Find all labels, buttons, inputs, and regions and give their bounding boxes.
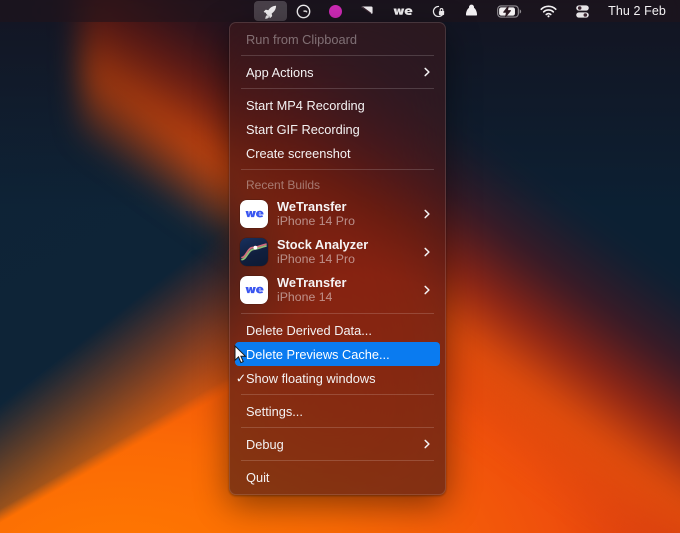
menu-item-delete-derived-data[interactable]: Delete Derived Data... — [235, 318, 440, 342]
menu-item-quit[interactable]: Quit — [235, 465, 440, 489]
wifi-icon[interactable] — [531, 0, 566, 22]
menu-separator — [241, 427, 434, 428]
menu-item-start-mp4-recording[interactable]: Start MP4 Recording — [235, 93, 440, 117]
menu-item-debug[interactable]: Debug — [235, 432, 440, 456]
menu-item-label: Debug — [246, 436, 284, 452]
menu-separator — [241, 460, 434, 461]
rocketsim-status-menu: Run from Clipboard App Actions Start MP4 R… — [229, 22, 446, 495]
mouse-cursor — [234, 345, 247, 364]
menu-item-label: App Actions — [246, 64, 314, 80]
menu-item-label: Run from Clipboard — [246, 31, 357, 47]
build-app-name: WeTransfer — [277, 199, 347, 215]
submenu-chevron-icon — [424, 285, 430, 295]
battery-charging-icon[interactable] — [488, 0, 531, 22]
recent-builds-header: Recent Builds — [235, 174, 440, 195]
build-app-name: Stock Analyzer — [277, 237, 369, 253]
menu-separator — [241, 313, 434, 314]
menu-separator-recent-builds — [241, 169, 434, 170]
build-device-name: iPhone 14 Pro — [277, 252, 355, 267]
magenta-dot-icon[interactable] — [320, 0, 351, 22]
menu-separator — [241, 394, 434, 395]
build-app-name: WeTransfer — [277, 275, 347, 291]
menu-item-label: Create screenshot — [246, 145, 351, 161]
wetransfer-app-icon — [240, 276, 268, 304]
menu-item-label: Quit — [246, 469, 270, 485]
lock-icon[interactable] — [422, 0, 455, 22]
submenu-chevron-icon — [424, 247, 430, 257]
recent-builds-header-label: Recent Builds — [246, 178, 321, 192]
menu-item-build-wetransfer-14[interactable]: WeTransfer iPhone 14 — [235, 271, 440, 309]
menu-item-label: Delete Previews Cache... — [246, 346, 390, 362]
wetransfer-app-icon — [240, 200, 268, 228]
menu-separator — [241, 88, 434, 89]
bell-icon[interactable] — [455, 0, 488, 22]
menu-item-settings[interactable]: Settings... — [235, 399, 440, 423]
menu-item-label: Start MP4 Recording — [246, 97, 365, 113]
build-text: WeTransfer iPhone 14 — [277, 275, 416, 305]
build-text: WeTransfer iPhone 14 Pro — [277, 199, 416, 229]
menu-item-create-screenshot[interactable]: Create screenshot — [235, 141, 440, 165]
menu-item-start-gif-recording[interactable]: Start GIF Recording — [235, 117, 440, 141]
build-device-name: iPhone 14 Pro — [277, 214, 355, 229]
menu-item-label: Start GIF Recording — [246, 121, 360, 137]
menu-item-label: Delete Derived Data... — [246, 322, 372, 338]
build-device-name: iPhone 14 — [277, 290, 333, 305]
menu-item-build-wetransfer-14-pro[interactable]: WeTransfer iPhone 14 Pro — [235, 195, 440, 233]
menu-bar-clock[interactable]: Thu 2 Feb — [599, 4, 672, 18]
menu-bar: Thu 2 Feb — [0, 0, 680, 22]
menu-item-build-stock-analyzer-14-pro[interactable]: Stock Analyzer iPhone 14 Pro — [235, 233, 440, 271]
wetransfer-icon[interactable] — [384, 0, 422, 22]
checkmark-icon: ✓ — [235, 371, 247, 386]
menu-item-run-from-clipboard: Run from Clipboard — [235, 27, 440, 51]
menu-item-label: Settings... — [246, 403, 303, 419]
stock-analyzer-app-icon — [240, 238, 268, 266]
submenu-chevron-icon — [424, 67, 430, 77]
bartender-icon[interactable] — [351, 0, 384, 22]
control-center-icon[interactable] — [566, 0, 599, 22]
grammarly-icon[interactable] — [287, 0, 320, 22]
menu-separator — [241, 55, 434, 56]
build-text: Stock Analyzer iPhone 14 Pro — [277, 237, 416, 267]
submenu-chevron-icon — [424, 209, 430, 219]
submenu-chevron-icon — [424, 439, 430, 449]
menu-item-delete-previews-cache[interactable]: Delete Previews Cache... — [235, 342, 440, 366]
rocket-icon[interactable] — [254, 1, 288, 21]
menu-item-show-floating-windows[interactable]: ✓ Show floating windows — [235, 366, 440, 390]
menu-item-label: Show floating windows — [246, 370, 376, 386]
menu-item-app-actions[interactable]: App Actions — [235, 60, 440, 84]
